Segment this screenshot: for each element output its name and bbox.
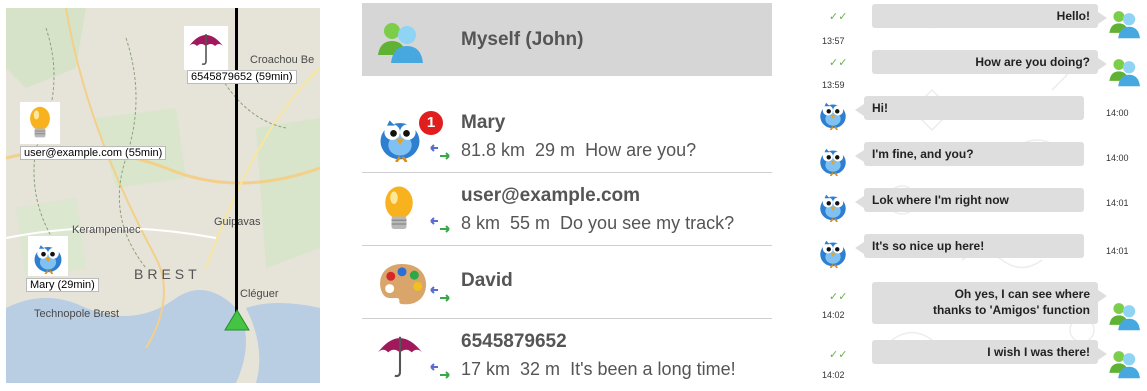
contact-time: 29 m — [535, 140, 576, 160]
contact-name: 6545879652 — [461, 331, 567, 352]
contact-last-message: How are you? — [585, 140, 697, 160]
place-label: Kerampennec — [72, 224, 141, 236]
message-time: 14:01 — [1106, 246, 1129, 256]
users-icon — [1108, 348, 1142, 380]
place-label: Technopole Brest — [34, 308, 119, 320]
message-line: Oh yes, I can see where — [954, 287, 1090, 301]
place-label: Croachou Be — [250, 54, 315, 66]
message-time: 14:00 — [1106, 108, 1129, 118]
map-marker-label: Mary (29min) — [26, 278, 99, 292]
users-icon — [1108, 8, 1142, 40]
contact-name: Mary — [461, 112, 506, 133]
contact-last-message: It's been a long time! — [570, 359, 736, 379]
contact-row-6545879652[interactable]: 6545879652 17 km 32 m It's been a long tim… — [362, 319, 772, 391]
users-icon — [1108, 56, 1142, 88]
palette-icon — [374, 260, 430, 306]
contact-last-message: Do you see my track? — [560, 213, 735, 233]
bird-avatar-icon — [816, 142, 850, 176]
read-check-icon: ✓✓ — [829, 348, 848, 361]
contact-status: 17 km 32 m It's been a long time! — [461, 359, 746, 380]
message-time: 14:00 — [1106, 153, 1129, 163]
users-icon — [1108, 300, 1142, 332]
lightbulb-icon — [22, 104, 58, 142]
umbrella-icon — [374, 329, 426, 381]
contact-name: David — [461, 270, 513, 291]
sync-arrows-icon — [429, 217, 451, 233]
message-time: 14:02 — [822, 370, 845, 380]
message-time: 13:59 — [822, 80, 845, 90]
message-bubble-incoming: Lok where I'm right now — [855, 188, 1084, 212]
contact-status: 81.8 km 29 m How are you? — [461, 140, 706, 161]
umbrella-icon — [186, 28, 226, 68]
message-bubble-incoming: It's so nice up here! — [855, 234, 1084, 258]
sync-arrows-icon — [429, 363, 451, 379]
message-bubble-outgoing: Hello! — [872, 4, 1107, 28]
bird-avatar-icon — [30, 238, 66, 274]
place-label: Cléguer — [240, 288, 279, 300]
bird-avatar-icon — [816, 234, 850, 268]
read-check-icon: ✓✓ — [829, 290, 848, 303]
message-bubble-incoming: I'm fine, and you? — [855, 142, 1084, 166]
contact-time: 55 m — [510, 213, 551, 233]
contact-name: user@example.com — [461, 185, 641, 206]
contact-row-mary[interactable]: 1 Mary 81.8 km 29 m How are you? — [362, 100, 772, 173]
read-check-icon: ✓✓ — [829, 10, 848, 23]
contact-status: 8 km 55 m Do you see my track? — [461, 213, 744, 234]
contact-distance: 81.8 km — [461, 140, 526, 160]
message-time: 14:01 — [1106, 198, 1129, 208]
message-bubble-incoming: Hi! — [855, 96, 1084, 120]
sync-arrows-icon — [429, 144, 451, 160]
own-profile-title: Myself (John) — [461, 29, 584, 50]
read-check-icon: ✓✓ — [829, 56, 848, 69]
bird-avatar-icon — [816, 96, 850, 130]
message-time: 14:02 — [822, 310, 845, 320]
lightbulb-icon — [374, 183, 424, 235]
contact-distance: 8 km — [461, 213, 501, 233]
map-marker-umbrella[interactable] — [184, 26, 228, 70]
sync-arrows-icon — [429, 286, 451, 302]
message-bubble-outgoing: Oh yes, I can see where thanks to 'Amigo… — [872, 282, 1107, 324]
map-view[interactable]: Croachou Be Guipavas Kerampennec BREST C… — [6, 8, 320, 383]
place-label: BREST — [134, 266, 201, 282]
message-bubble-outgoing: I wish I was there! — [872, 340, 1107, 364]
unread-badge: 1 — [418, 110, 444, 136]
track-start-triangle-icon — [224, 309, 250, 331]
contact-distance: 17 km — [461, 359, 511, 379]
contact-row-user-example[interactable]: user@example.com 8 km 55 m Do you see my t… — [362, 173, 772, 246]
contact-list-header[interactable]: Myself (John) — [362, 3, 772, 76]
message-bubble-outgoing: How are you doing? — [872, 50, 1107, 74]
chat-panel[interactable]: ✓✓ 13:57 Hello! ✓✓ 13:59 How are you doi… — [812, 0, 1147, 383]
bird-avatar-icon — [816, 188, 850, 222]
contact-list-panel: Myself (John) 1 Mary 81.8 km 29 m How are … — [362, 0, 772, 383]
map-marker-lightbulb[interactable] — [20, 102, 60, 144]
map-marker-label: user@example.com (55min) — [20, 146, 167, 160]
map-marker-mary[interactable] — [28, 236, 68, 276]
message-line: thanks to 'Amigos' function — [932, 303, 1090, 317]
contact-row-david[interactable]: David — [362, 246, 772, 319]
map-marker-label: 6545879652 (59min) — [187, 70, 297, 84]
contact-time: 32 m — [520, 359, 561, 379]
message-time: 13:57 — [822, 36, 845, 46]
gps-track-line — [235, 8, 238, 326]
users-icon — [376, 19, 426, 65]
